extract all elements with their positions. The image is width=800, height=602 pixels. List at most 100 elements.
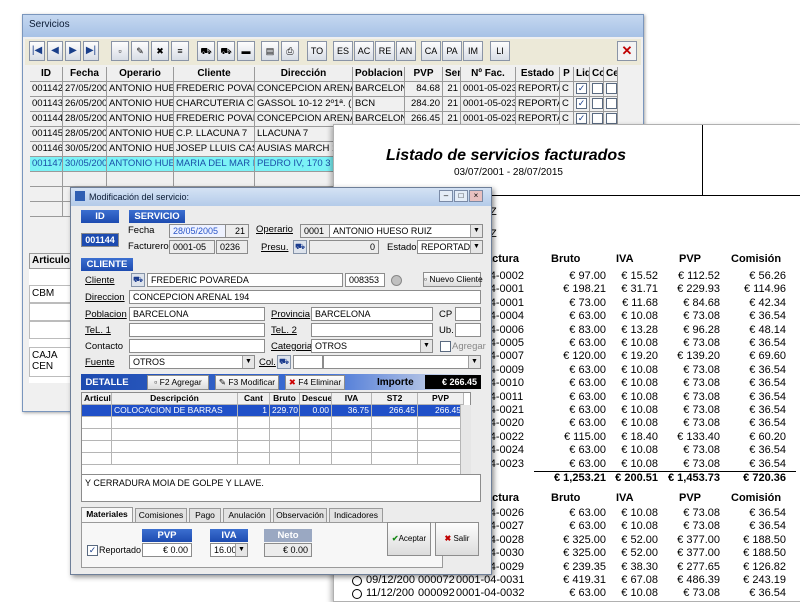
card-icon[interactable]: ▬ bbox=[237, 41, 255, 61]
operario-code-field[interactable]: 0001 bbox=[300, 224, 330, 238]
table-row[interactable] bbox=[82, 453, 464, 465]
detalle-scrollbar[interactable] bbox=[460, 405, 471, 475]
chevron-down-icon[interactable]: ▼ bbox=[470, 241, 482, 253]
contacto-field[interactable] bbox=[129, 339, 265, 353]
modificacion-titlebar[interactable]: Modificación del servicio: – □ × bbox=[71, 188, 491, 206]
agregar-checkbox[interactable] bbox=[440, 341, 451, 352]
chevron-down-icon[interactable]: ▼ bbox=[235, 544, 247, 556]
ce-checkbox[interactable] bbox=[606, 113, 617, 124]
filter-an-button[interactable]: AN bbox=[396, 41, 416, 61]
filter-es-button[interactable]: ES bbox=[333, 41, 353, 61]
filter-li-button[interactable]: LI bbox=[490, 41, 510, 61]
next-record-button[interactable]: ▶ bbox=[65, 41, 81, 61]
col-bruto[interactable]: Bruto bbox=[270, 393, 300, 405]
col-ce[interactable]: Ce bbox=[604, 67, 618, 82]
filter-im-button[interactable]: IM bbox=[463, 41, 483, 61]
edit-document-icon[interactable]: ✎ bbox=[131, 41, 149, 61]
aceptar-button[interactable]: ✔Aceptar bbox=[387, 522, 431, 556]
chevron-down-icon[interactable]: ▼ bbox=[470, 225, 482, 237]
first-record-button[interactable]: |◀ bbox=[29, 41, 45, 61]
col-code-field[interactable] bbox=[293, 355, 323, 369]
col-liq[interactable]: Liq bbox=[574, 67, 590, 82]
nuevo-cliente-button[interactable]: ▫ Nuevo Cliente bbox=[423, 272, 483, 287]
last-record-button[interactable]: ▶| bbox=[83, 41, 99, 61]
operario-label[interactable]: Operario bbox=[256, 224, 293, 235]
tab-observacion[interactable]: Observación bbox=[273, 508, 327, 522]
filter-ac-button[interactable]: AC bbox=[354, 41, 374, 61]
truck-icon[interactable]: ⛟ bbox=[197, 41, 215, 61]
presu-field[interactable]: 0 bbox=[309, 240, 379, 254]
close-icon[interactable]: ✕ bbox=[617, 41, 637, 61]
truck-add-icon[interactable]: ⛟ bbox=[217, 41, 235, 61]
table-row[interactable]: 001142 27/05/200 ANTONIO HUES FREDERIC POVA… bbox=[30, 82, 642, 97]
col-fecha[interactable]: Fecha bbox=[63, 67, 107, 82]
categoria-label[interactable]: Categoria bbox=[271, 341, 312, 352]
observaciones-field[interactable]: Y CERRADURA MOIA DE GOLPE Y LLAVE. bbox=[81, 474, 481, 502]
chevron-down-icon[interactable]: ▼ bbox=[468, 356, 480, 368]
chevron-down-icon[interactable]: ▼ bbox=[420, 340, 432, 352]
truck-icon[interactable]: ⛟ bbox=[293, 240, 307, 254]
semana-field[interactable]: 21 bbox=[225, 224, 249, 238]
document-icon[interactable]: ▤ bbox=[261, 41, 279, 61]
table-row[interactable] bbox=[82, 429, 464, 441]
col-cant[interactable]: Cant bbox=[238, 393, 270, 405]
table-row[interactable] bbox=[82, 441, 464, 453]
col-st2[interactable]: ST2 bbox=[372, 393, 418, 405]
fuente-select[interactable]: OTROS ▼ bbox=[129, 355, 255, 369]
direccion-label[interactable]: Direccion bbox=[85, 292, 125, 303]
provincia-field[interactable]: BARCELONA bbox=[311, 307, 433, 321]
cp-field[interactable] bbox=[455, 307, 481, 321]
tel1-label[interactable]: TeL. 1 bbox=[85, 325, 111, 336]
presu-label[interactable]: Presu. bbox=[261, 242, 288, 253]
col-pvp[interactable]: PVP bbox=[418, 393, 464, 405]
tab-materiales[interactable]: Materiales bbox=[81, 507, 133, 523]
col-descripcion[interactable]: Descripción bbox=[112, 393, 238, 405]
cliente-code-field[interactable]: 008353 bbox=[345, 273, 385, 287]
col-iva[interactable]: IVA bbox=[332, 393, 372, 405]
col-select[interactable]: ▼ bbox=[323, 355, 481, 369]
poblacion-field[interactable]: BARCELONA bbox=[129, 307, 265, 321]
fuente-label[interactable]: Fuente bbox=[85, 357, 115, 368]
new-document-icon[interactable]: ▫ bbox=[111, 41, 129, 61]
liq-checkbox[interactable] bbox=[576, 98, 587, 109]
table-row[interactable] bbox=[82, 417, 464, 429]
filter-pa-button[interactable]: PA bbox=[442, 41, 462, 61]
col-num-fac[interactable]: Nº Fac. bbox=[461, 67, 516, 82]
filter-re-button[interactable]: RE bbox=[375, 41, 395, 61]
col-cliente[interactable]: Cliente bbox=[174, 67, 255, 82]
liq-checkbox[interactable] bbox=[576, 83, 587, 94]
print-icon[interactable]: ⎙ bbox=[281, 41, 299, 61]
iva-select[interactable]: 16.00 ▼ bbox=[210, 543, 248, 557]
minimize-icon[interactable]: – bbox=[439, 190, 453, 202]
col-articulo[interactable]: Articulo bbox=[82, 393, 112, 405]
truck-icon[interactable]: ⛟ bbox=[277, 355, 291, 369]
filter-to-button[interactable]: TO bbox=[307, 41, 327, 61]
facturero-number-field[interactable]: 0236 bbox=[216, 240, 248, 254]
f2-agregar-button[interactable]: ▫ F2 Agregar bbox=[147, 375, 209, 390]
radio-icon[interactable] bbox=[352, 576, 362, 586]
col-descuento[interactable]: Descuer bbox=[300, 393, 332, 405]
reportado-checkbox[interactable] bbox=[87, 545, 98, 556]
tel1-field[interactable] bbox=[129, 323, 265, 337]
col-id[interactable]: ID bbox=[30, 67, 63, 82]
table-row[interactable]: 001143 26/05/200 ANTONIO HUES CHARCUTERIA C… bbox=[30, 97, 642, 112]
ce-checkbox[interactable] bbox=[606, 98, 617, 109]
co-checkbox[interactable] bbox=[592, 83, 603, 94]
ub-field[interactable] bbox=[455, 323, 481, 337]
close-icon[interactable]: × bbox=[469, 190, 483, 202]
cliente-name-field[interactable]: FREDERIC POVAREDA bbox=[147, 273, 343, 287]
detalle-row[interactable]: COLOCACION DE BARRAS 1 229.70 0.00 36.75… bbox=[82, 405, 464, 417]
operario-select[interactable]: ANTONIO HUESO RUIZ ▼ bbox=[329, 224, 483, 238]
prev-record-button[interactable]: ◀ bbox=[47, 41, 63, 61]
salir-button[interactable]: ✖ Salir bbox=[435, 522, 479, 556]
filter-ca-button[interactable]: CA bbox=[421, 41, 441, 61]
delete-document-icon[interactable]: ✖ bbox=[151, 41, 169, 61]
co-checkbox[interactable] bbox=[592, 113, 603, 124]
pvp-field[interactable]: € 0.00 bbox=[142, 543, 192, 557]
tel2-label[interactable]: TeL. 2 bbox=[271, 325, 297, 336]
tab-anulacion[interactable]: Anulación bbox=[223, 508, 271, 522]
col-direccion[interactable]: Dirección bbox=[255, 67, 353, 82]
direccion-field[interactable]: CONCEPCION ARENAL 194 bbox=[129, 290, 481, 304]
categoria-select[interactable]: OTROS ▼ bbox=[311, 339, 433, 353]
f4-eliminar-button[interactable]: ✖ F4 Eliminar bbox=[285, 375, 345, 390]
